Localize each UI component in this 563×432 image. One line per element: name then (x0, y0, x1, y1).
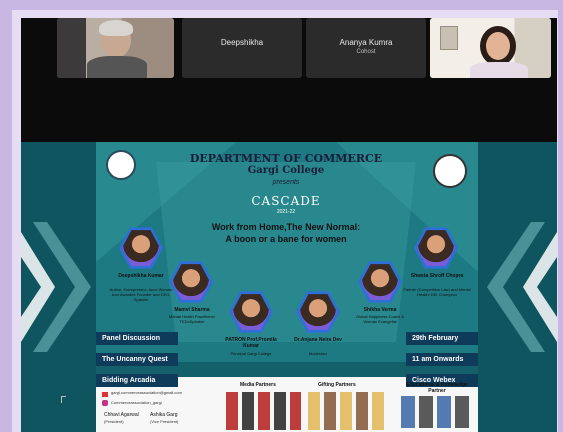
participant-name: Ananya Kumra (339, 38, 393, 47)
poster-topic-line2: A boon or a bane for women (225, 234, 347, 244)
edu-logos (401, 396, 473, 428)
contact-instagram: Commerceassociation_gargi (111, 400, 162, 405)
participant-name: Deepshikha (220, 38, 264, 47)
mail-icon (102, 392, 108, 397)
participant-tile-video-2[interactable] (430, 18, 551, 78)
poster-topic-line1: Work from Home,The New Normal: (211, 222, 361, 232)
speaker-desc: Mental Health Practitioner TEDxSpeaker (168, 314, 216, 324)
info-pill: 11 am Onwards (406, 353, 478, 366)
info-pill: Bidding Arcadia (96, 374, 178, 387)
speaker-desc: Principal Gargi College (230, 351, 272, 356)
info-pill: The Uncanny Quest (96, 353, 178, 366)
speaker-name: Mamvi Sharma (174, 307, 210, 313)
participant-role: Cohost (356, 49, 376, 55)
speaker-name: Dr.Anjana Neira Dev (294, 337, 342, 343)
footer-person: Chhavi Agarwal (104, 412, 139, 418)
contact-email: gargi.commerceassociation@gmail.com (111, 390, 182, 395)
speaker-name: Shikha Verma (363, 307, 397, 313)
poster-event-logo: CASCADE (251, 194, 321, 208)
shared-screen-left-margin (21, 142, 96, 432)
speaker-desc: Global Happiness Coach & Woman Evangelis… (355, 314, 405, 324)
poster-college: Gargi College (247, 165, 325, 176)
speaker-name: PATRON Prof.Promila Kumar (225, 337, 277, 349)
participant-tile-ananya[interactable]: Ananya Kumra Cohost (306, 18, 426, 78)
shared-screen-poster[interactable]: DEPARTMENT OF COMMERCE Gargi College pre… (96, 142, 478, 432)
poster-department: DEPARTMENT OF COMMERCE (189, 152, 383, 165)
chevron-decoration-icon (487, 222, 557, 352)
partner-logos (226, 392, 301, 430)
shared-screen-right-margin (478, 142, 557, 432)
speaker-desc: Moderator (308, 351, 328, 356)
poster-presents: presents (272, 179, 300, 186)
participant-tile-deepshikha[interactable]: Deepshikha (182, 18, 302, 78)
footer-role: (Vice President) (150, 419, 179, 424)
info-pill: Panel Discussion (96, 332, 178, 345)
poster-year: 2021-22 (276, 209, 296, 215)
participant-face (486, 32, 510, 60)
cursor-pointer (61, 396, 66, 403)
edu-partner-label: Educational & Knowledge Partner (406, 382, 468, 394)
speaker-name: Deepshikha Kumar (118, 273, 164, 279)
gifting-partners-label: Gifting Partners (318, 382, 356, 388)
footer-person: Ashika Garg (150, 412, 178, 418)
footer-role: (President) (104, 419, 124, 424)
college-logo-left (106, 150, 136, 180)
info-pill: 29th February (406, 332, 478, 345)
video-call-window: Deepshikha Ananya Kumra Cohost DEPARTMEN… (21, 18, 557, 432)
gifting-logos (308, 392, 388, 430)
instagram-icon (102, 400, 108, 406)
speaker-name: Shweta Shroff Chopra (410, 273, 464, 279)
college-logo-right (433, 154, 467, 188)
participant-strip: Deepshikha Ananya Kumra Cohost (21, 18, 557, 78)
participant-hair (99, 20, 133, 36)
media-partners-label: Media Partners (240, 382, 276, 388)
speaker-desc: Partner (Competition Law) and Mental Hea… (403, 287, 471, 297)
speaker-desc: Author, Entrepreneur, Acco Woman Icon Aw… (109, 287, 173, 302)
chevron-decoration-icon (21, 222, 91, 352)
participant-tile-video-1[interactable] (57, 18, 174, 78)
